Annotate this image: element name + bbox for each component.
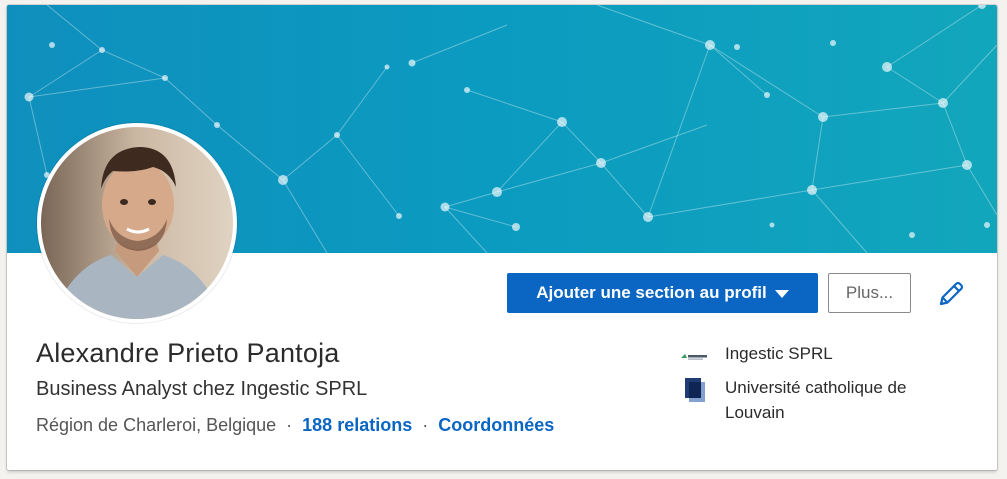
company-name: Ingestic SPRL xyxy=(725,344,833,363)
connections-link[interactable]: 188 relations xyxy=(302,415,412,436)
separator-dot: · xyxy=(286,415,293,435)
experience-item-company[interactable]: Ingestic SPRL xyxy=(679,343,833,373)
profile-card: Ajouter une section au profil Plus... Al… xyxy=(7,5,997,470)
profile-headline: Business Analyst chez Ingestic SPRL xyxy=(36,378,368,400)
pencil-icon xyxy=(939,281,964,306)
school-name: Université catholique de Louvain xyxy=(725,378,907,422)
caret-down-icon xyxy=(774,290,789,298)
add-profile-section-label: Ajouter une section au profil xyxy=(536,283,767,302)
contact-info-link[interactable]: Coordonnées xyxy=(438,415,554,436)
school-logo-icon xyxy=(679,375,709,405)
experience-item-school[interactable]: Université catholique de Louvain xyxy=(679,375,955,425)
edit-profile-button[interactable] xyxy=(935,278,967,310)
company-logo-icon xyxy=(679,343,709,373)
profile-photo[interactable] xyxy=(37,123,237,323)
separator-dot: · xyxy=(422,415,429,435)
avatar xyxy=(41,127,233,319)
more-button[interactable]: Plus... xyxy=(828,273,911,313)
profile-name: Alexandre Prieto Pantoja xyxy=(36,338,340,368)
add-profile-section-button[interactable]: Ajouter une section au profil xyxy=(507,273,818,313)
person-photo-icon xyxy=(41,127,233,319)
more-button-label: Plus... xyxy=(845,283,894,302)
profile-meta: Région de Charleroi, Belgique · 188 rela… xyxy=(36,415,554,436)
profile-location: Région de Charleroi, Belgique xyxy=(36,415,277,435)
